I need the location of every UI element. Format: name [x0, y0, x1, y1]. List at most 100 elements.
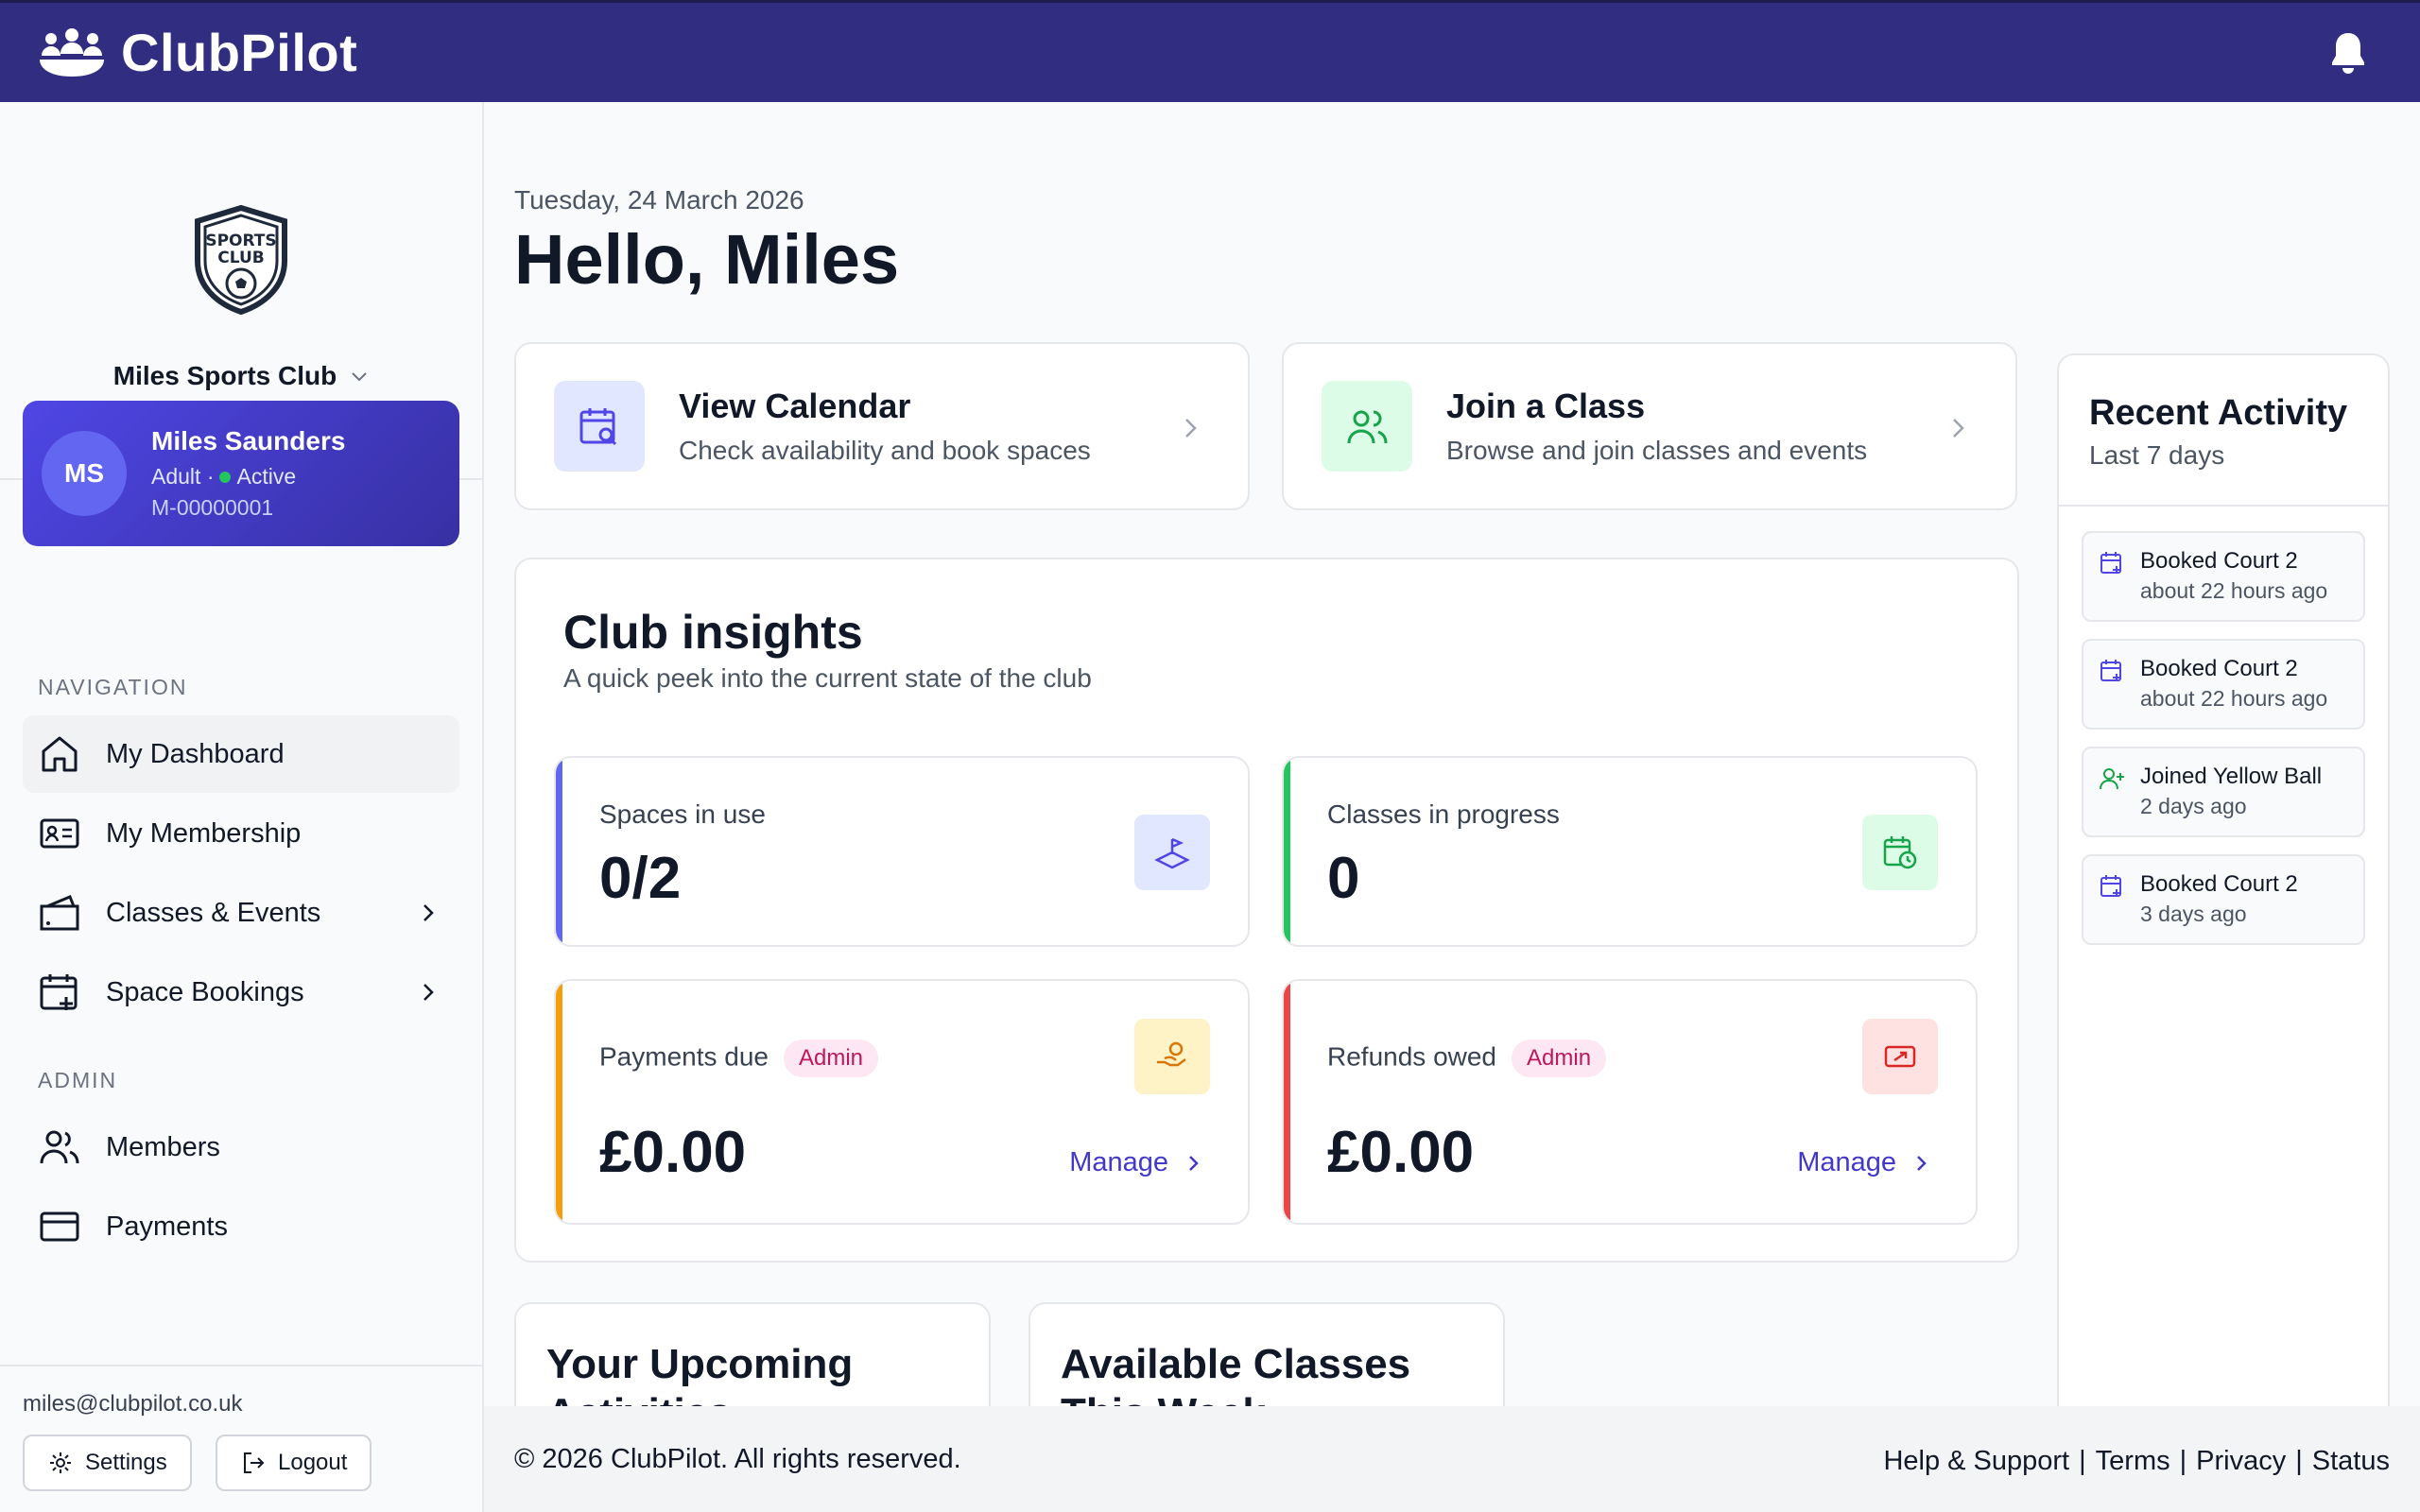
member-meta: Adult · Active — [151, 464, 345, 490]
payments-due-card: Payments due Admin £0.00 Manage — [554, 979, 1250, 1225]
sidebar-item-label: Space Bookings — [106, 976, 304, 1007]
activity-item-time: 3 days ago — [2140, 902, 2247, 926]
action-title: Join a Class — [1446, 387, 1646, 425]
stat-value: 0 — [1327, 846, 1360, 911]
calendar-search-icon — [579, 408, 617, 446]
stat-label: Classes in progress — [1327, 799, 1560, 829]
stat-value: £0.00 — [599, 1120, 747, 1185]
member-name: Miles Saunders — [151, 426, 346, 455]
user-email: miles@clubpilot.co.uk — [23, 1391, 243, 1417]
member-id: M-00000001 — [151, 495, 274, 520]
activity-item-title: Booked Court 2 — [2140, 871, 2298, 897]
join-class-card[interactable]: Join a Class Browse and join classes and… — [1282, 342, 2017, 510]
footer-links: Help & Support | Terms | Privacy | Statu… — [1883, 1446, 2390, 1477]
brand[interactable]: ClubPilot — [38, 22, 357, 83]
action-subtitle: Browse and join classes and events — [1446, 436, 1868, 465]
club-people-icon — [40, 27, 104, 77]
stat-icon-box — [1862, 1019, 1938, 1094]
activity-item[interactable]: Joined Yellow Ball 2 days ago — [2082, 747, 2365, 837]
separator: | — [2295, 1446, 2303, 1476]
chevron-right-icon — [1185, 419, 1197, 438]
manage-payments-link[interactable]: Manage — [1069, 1147, 1204, 1178]
sidebar-item-classes-events[interactable]: Classes & Events — [23, 874, 459, 952]
activity-title: Recent Activity — [2089, 393, 2348, 433]
calendar-clock-icon — [1883, 836, 1917, 869]
sidebar-item-label: Classes & Events — [106, 897, 321, 928]
help-support-link[interactable]: Help & Support — [1883, 1446, 2069, 1477]
status-link[interactable]: Status — [2312, 1446, 2390, 1477]
users-icon — [40, 1130, 79, 1164]
sidebar-item-label: My Membership — [106, 817, 302, 849]
admin-badge: Admin — [784, 1040, 879, 1077]
activity-item[interactable]: Booked Court 2 about 22 hours ago — [2082, 639, 2365, 730]
page-footer: © 2026 ClubPilot. All rights reserved. H… — [484, 1406, 2420, 1512]
insights-subtitle: A quick peek into the current state of t… — [563, 663, 1092, 693]
view-calendar-card[interactable]: View Calendar Check availability and boo… — [514, 342, 1250, 510]
manage-refunds-link[interactable]: Manage — [1797, 1147, 1932, 1178]
id-card-icon — [40, 818, 79, 849]
app-name: ClubPilot — [121, 23, 358, 82]
separator: | — [2079, 1446, 2086, 1476]
sidebar-item-membership[interactable]: My Membership — [23, 795, 459, 872]
refund-card-icon — [1884, 1045, 1916, 1068]
nav-heading: NAVIGATION — [38, 675, 188, 699]
divider — [2059, 505, 2388, 507]
sidebar-item-members[interactable]: Members — [23, 1108, 459, 1186]
member-status: Active — [236, 464, 297, 489]
logout-button[interactable]: Logout — [216, 1435, 372, 1491]
activity-item-time: about 22 hours ago — [2140, 686, 2328, 711]
user-plus-icon — [2100, 768, 2124, 790]
settings-button[interactable]: Settings — [23, 1435, 192, 1491]
sidebar-item-label: Members — [106, 1131, 220, 1162]
court-icon — [1154, 837, 1190, 869]
club-name: Miles Sports Club — [112, 361, 337, 390]
action-icon-box — [1322, 381, 1412, 472]
action-icon-box — [554, 381, 645, 472]
users-icon — [1347, 410, 1388, 444]
sidebar-item-dashboard[interactable]: My Dashboard — [23, 715, 459, 793]
manage-label: Manage — [1797, 1147, 1896, 1177]
calendar-plus-icon — [2100, 552, 2121, 574]
admin-heading: ADMIN — [38, 1068, 118, 1092]
activity-item-time: about 22 hours ago — [2140, 578, 2328, 603]
member-type: Adult · — [151, 464, 215, 489]
status-dot — [219, 471, 232, 483]
hand-coins-icon — [1157, 1041, 1186, 1067]
refunds-owed-card: Refunds owed Admin £0.00 Manage — [1282, 979, 1978, 1225]
club-insights-panel: Club insights A quick peek into the curr… — [514, 558, 2019, 1263]
gear-icon — [50, 1452, 71, 1473]
notification-bell-icon[interactable] — [2329, 31, 2367, 75]
activity-item-title: Joined Yellow Ball — [2140, 764, 2323, 789]
logout-icon — [244, 1452, 265, 1473]
divider — [0, 1365, 484, 1366]
calendar-plus-icon — [40, 974, 78, 1010]
club-switcher[interactable]: Miles Sports Club — [0, 361, 484, 391]
page-title: Hello, Miles — [514, 220, 900, 299]
settings-label: Settings — [85, 1450, 167, 1475]
privacy-link[interactable]: Privacy — [2196, 1446, 2286, 1477]
stat-label: Spaces in use — [599, 799, 766, 829]
stat-icon-box — [1862, 815, 1938, 890]
sidebar-item-label: My Dashboard — [106, 738, 285, 769]
stat-label-text: Payments due — [599, 1041, 769, 1072]
stat-icon-box — [1134, 815, 1210, 890]
classes-in-progress-card: Classes in progress 0 — [1282, 756, 1978, 947]
sidebar-item-label: Payments — [106, 1211, 228, 1242]
activity-item[interactable]: Booked Court 2 3 days ago — [2082, 854, 2365, 945]
logout-label: Logout — [278, 1450, 348, 1475]
chevron-right-icon — [1917, 1155, 1927, 1171]
action-subtitle: Check availability and book spaces — [679, 436, 1091, 465]
activity-item-title: Booked Court 2 — [2140, 656, 2298, 681]
terms-link[interactable]: Terms — [2096, 1446, 2170, 1477]
sidebar-item-payments[interactable]: Payments — [23, 1188, 459, 1265]
chevron-right-icon — [424, 904, 434, 921]
member-card[interactable]: MS Miles Saunders Adult · Active M-00000… — [23, 401, 459, 546]
stat-value: £0.00 — [1327, 1120, 1475, 1185]
club-logo: SPORTS CLUB — [195, 204, 287, 316]
separator: | — [2179, 1446, 2187, 1476]
calendar-plus-icon — [2100, 660, 2121, 681]
sidebar-item-space-bookings[interactable]: Space Bookings — [23, 954, 459, 1031]
stat-label: Payments due Admin — [599, 1040, 879, 1077]
chevron-right-icon — [424, 984, 434, 1001]
activity-item[interactable]: Booked Court 2 about 22 hours ago — [2082, 531, 2365, 622]
